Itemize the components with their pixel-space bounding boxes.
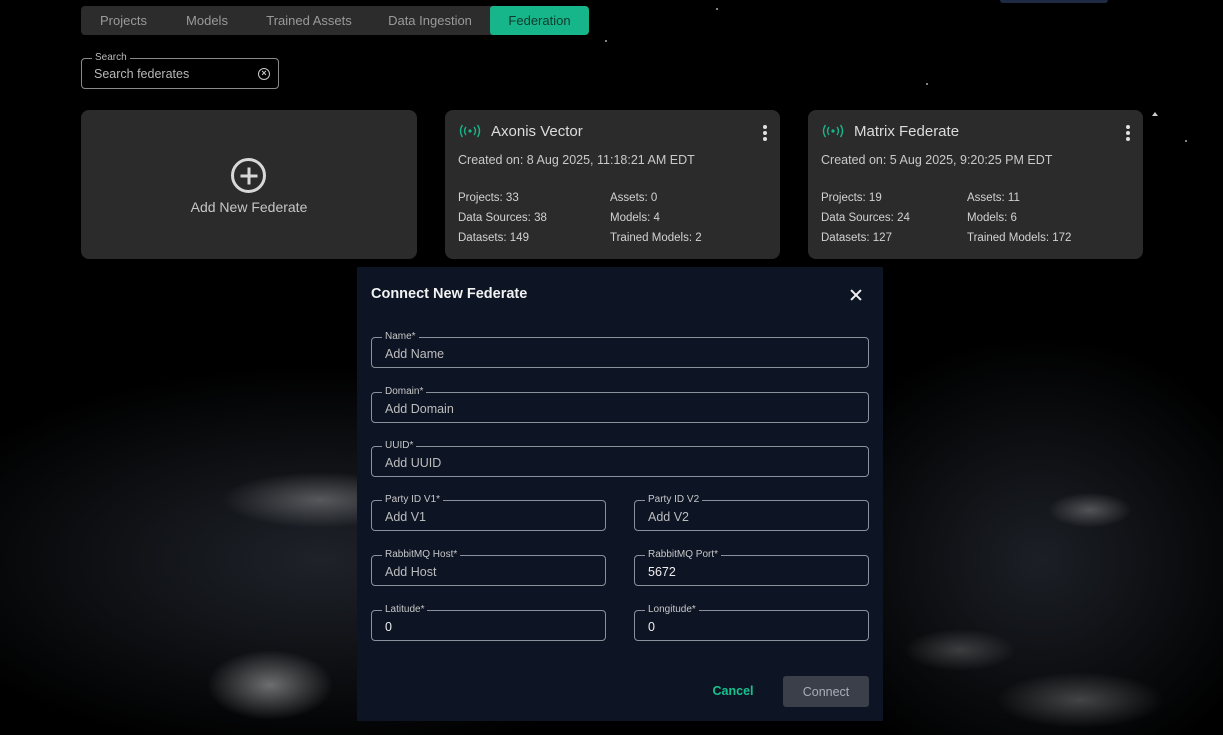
party-id-v2-input[interactable] [648,508,855,525]
more-options-icon[interactable] [762,125,768,141]
star [716,8,718,10]
party-id-v1-label: Party ID V1* [382,494,444,506]
name-input[interactable] [385,345,855,362]
cancel-button[interactable]: Cancel [707,676,759,706]
connect-federate-dialog: Connect New Federate Name* Domain* UUID*… [357,267,883,721]
star [1185,140,1187,142]
stat-models: Models: 6 [967,212,1017,224]
longitude-label: Longitude* [645,604,699,616]
rabbitmq-port-input[interactable] [648,563,855,580]
party-id-v2-label: Party ID V2 [645,494,703,506]
tab-federation[interactable]: Federation [490,6,589,35]
stat-projects: Projects: 19 [821,192,882,204]
rabbitmq-host-input[interactable] [385,563,592,580]
search-label: Search [92,52,130,64]
uuid-input[interactable] [385,454,855,471]
party-id-v2-field: Party ID V2 [634,494,869,531]
uuid-label: UUID* [382,440,417,452]
connect-button[interactable]: Connect [783,676,869,707]
more-options-icon[interactable] [1125,125,1131,141]
top-right-button-edge[interactable] [1000,0,1108,3]
star [605,40,607,42]
dialog-title: Connect New Federate [371,286,528,302]
tab-projects[interactable]: Projects [81,6,166,35]
domain-field: Domain* [371,386,869,423]
main-tabs: Projects Models Trained Assets Data Inge… [81,6,589,35]
federate-name: Axonis Vector [491,123,583,140]
stat-assets: Assets: 11 [967,192,1020,204]
rabbitmq-host-field: RabbitMQ Host* [371,549,606,586]
federate-name: Matrix Federate [854,123,960,140]
stat-data-sources: Data Sources: 38 [458,212,547,224]
tab-data-ingestion[interactable]: Data Ingestion [370,6,490,35]
tab-trained-assets[interactable]: Trained Assets [248,6,370,35]
stat-assets: Assets: 0 [610,192,658,204]
party-id-v1-input[interactable] [385,508,592,525]
star [926,83,928,85]
federate-card[interactable]: Axonis Vector Created on: 8 Aug 2025, 11… [445,110,780,259]
rabbitmq-port-field: RabbitMQ Port* [634,549,869,586]
party-id-v1-field: Party ID V1* [371,494,606,531]
stat-projects: Projects: 33 [458,192,519,204]
tab-models[interactable]: Models [166,6,248,35]
longitude-input[interactable] [648,618,855,635]
close-icon[interactable] [848,287,864,303]
latitude-label: Latitude* [382,604,428,616]
created-date: Created on: 8 Aug 2025, 11:18:21 AM EDT [458,153,695,167]
name-field: Name* [371,331,869,368]
longitude-field: Longitude* [634,604,869,641]
domain-input[interactable] [385,400,855,417]
stat-trained-models: Trained Models: 2 [610,232,702,244]
rabbitmq-port-label: RabbitMQ Port* [645,549,722,561]
stat-datasets: Datasets: 149 [458,232,529,244]
broadcast-signal-icon [459,124,481,138]
search-box: Search × [81,52,279,89]
broadcast-signal-icon [822,124,844,138]
name-label: Name* [382,331,419,343]
clear-search-icon[interactable]: × [258,68,270,80]
stat-models: Models: 4 [610,212,660,224]
federate-card[interactable]: Matrix Federate Created on: 5 Aug 2025, … [808,110,1143,259]
add-circle-icon[interactable] [231,158,266,193]
rabbitmq-host-label: RabbitMQ Host* [382,549,461,561]
uuid-field: UUID* [371,440,869,477]
domain-label: Domain* [382,386,427,398]
scroll-up-icon[interactable] [1152,112,1158,116]
latitude-input[interactable] [385,618,592,635]
stat-data-sources: Data Sources: 24 [821,212,910,224]
created-date: Created on: 5 Aug 2025, 9:20:25 PM EDT [821,153,1053,167]
search-input[interactable] [94,65,254,82]
latitude-field: Latitude* [371,604,606,641]
add-new-federate-label[interactable]: Add New Federate [81,199,417,215]
stat-trained-models: Trained Models: 172 [967,232,1072,244]
stat-datasets: Datasets: 127 [821,232,892,244]
